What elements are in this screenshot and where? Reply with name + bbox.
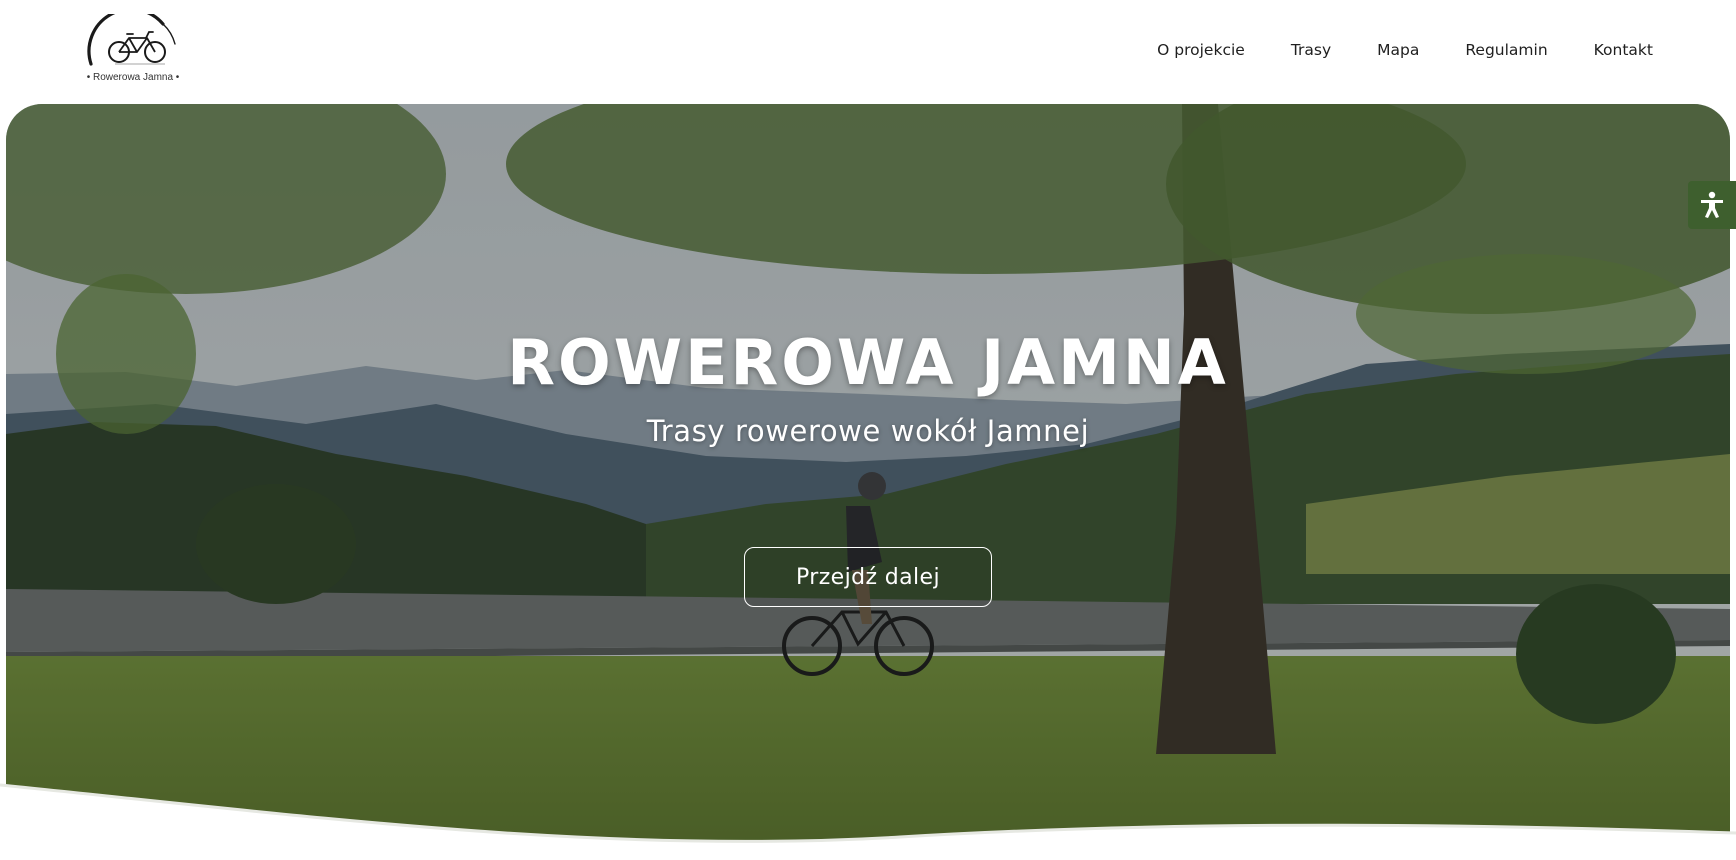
accessibility-person-icon (1701, 191, 1723, 218)
hero-title: ROWEROWA JAMNA (507, 326, 1229, 399)
wave-divider (0, 783, 1736, 860)
accessibility-button[interactable] (1688, 181, 1736, 229)
nav-item-regulamin[interactable]: Regulamin (1465, 38, 1547, 62)
nav-item-mapa[interactable]: Mapa (1377, 38, 1419, 62)
nav-item-o-projekcie[interactable]: O projekcie (1157, 38, 1245, 62)
hero-subtitle: Trasy rowerowe wokół Jamnej (646, 414, 1090, 448)
site-logo[interactable]: • Rowerowa Jamna • (78, 14, 188, 90)
hero-section: ROWEROWA JAMNA Trasy rowerowe wokół Jamn… (6, 104, 1730, 860)
bicycle-logo-icon (87, 14, 176, 66)
nav-item-kontakt[interactable]: Kontakt (1594, 38, 1653, 62)
page: • Rowerowa Jamna • O projekcie Trasy Map… (0, 0, 1736, 860)
main-nav: O projekcie Trasy Mapa Regulamin Kontakt (1157, 38, 1653, 62)
logo-text: • Rowerowa Jamna • (86, 72, 180, 83)
hero-overlay (6, 104, 1730, 860)
site-header: • Rowerowa Jamna • O projekcie Trasy Map… (0, 0, 1736, 104)
przejdz-dalej-button[interactable]: Przejdź dalej (744, 547, 992, 607)
nav-item-trasy[interactable]: Trasy (1291, 38, 1331, 62)
